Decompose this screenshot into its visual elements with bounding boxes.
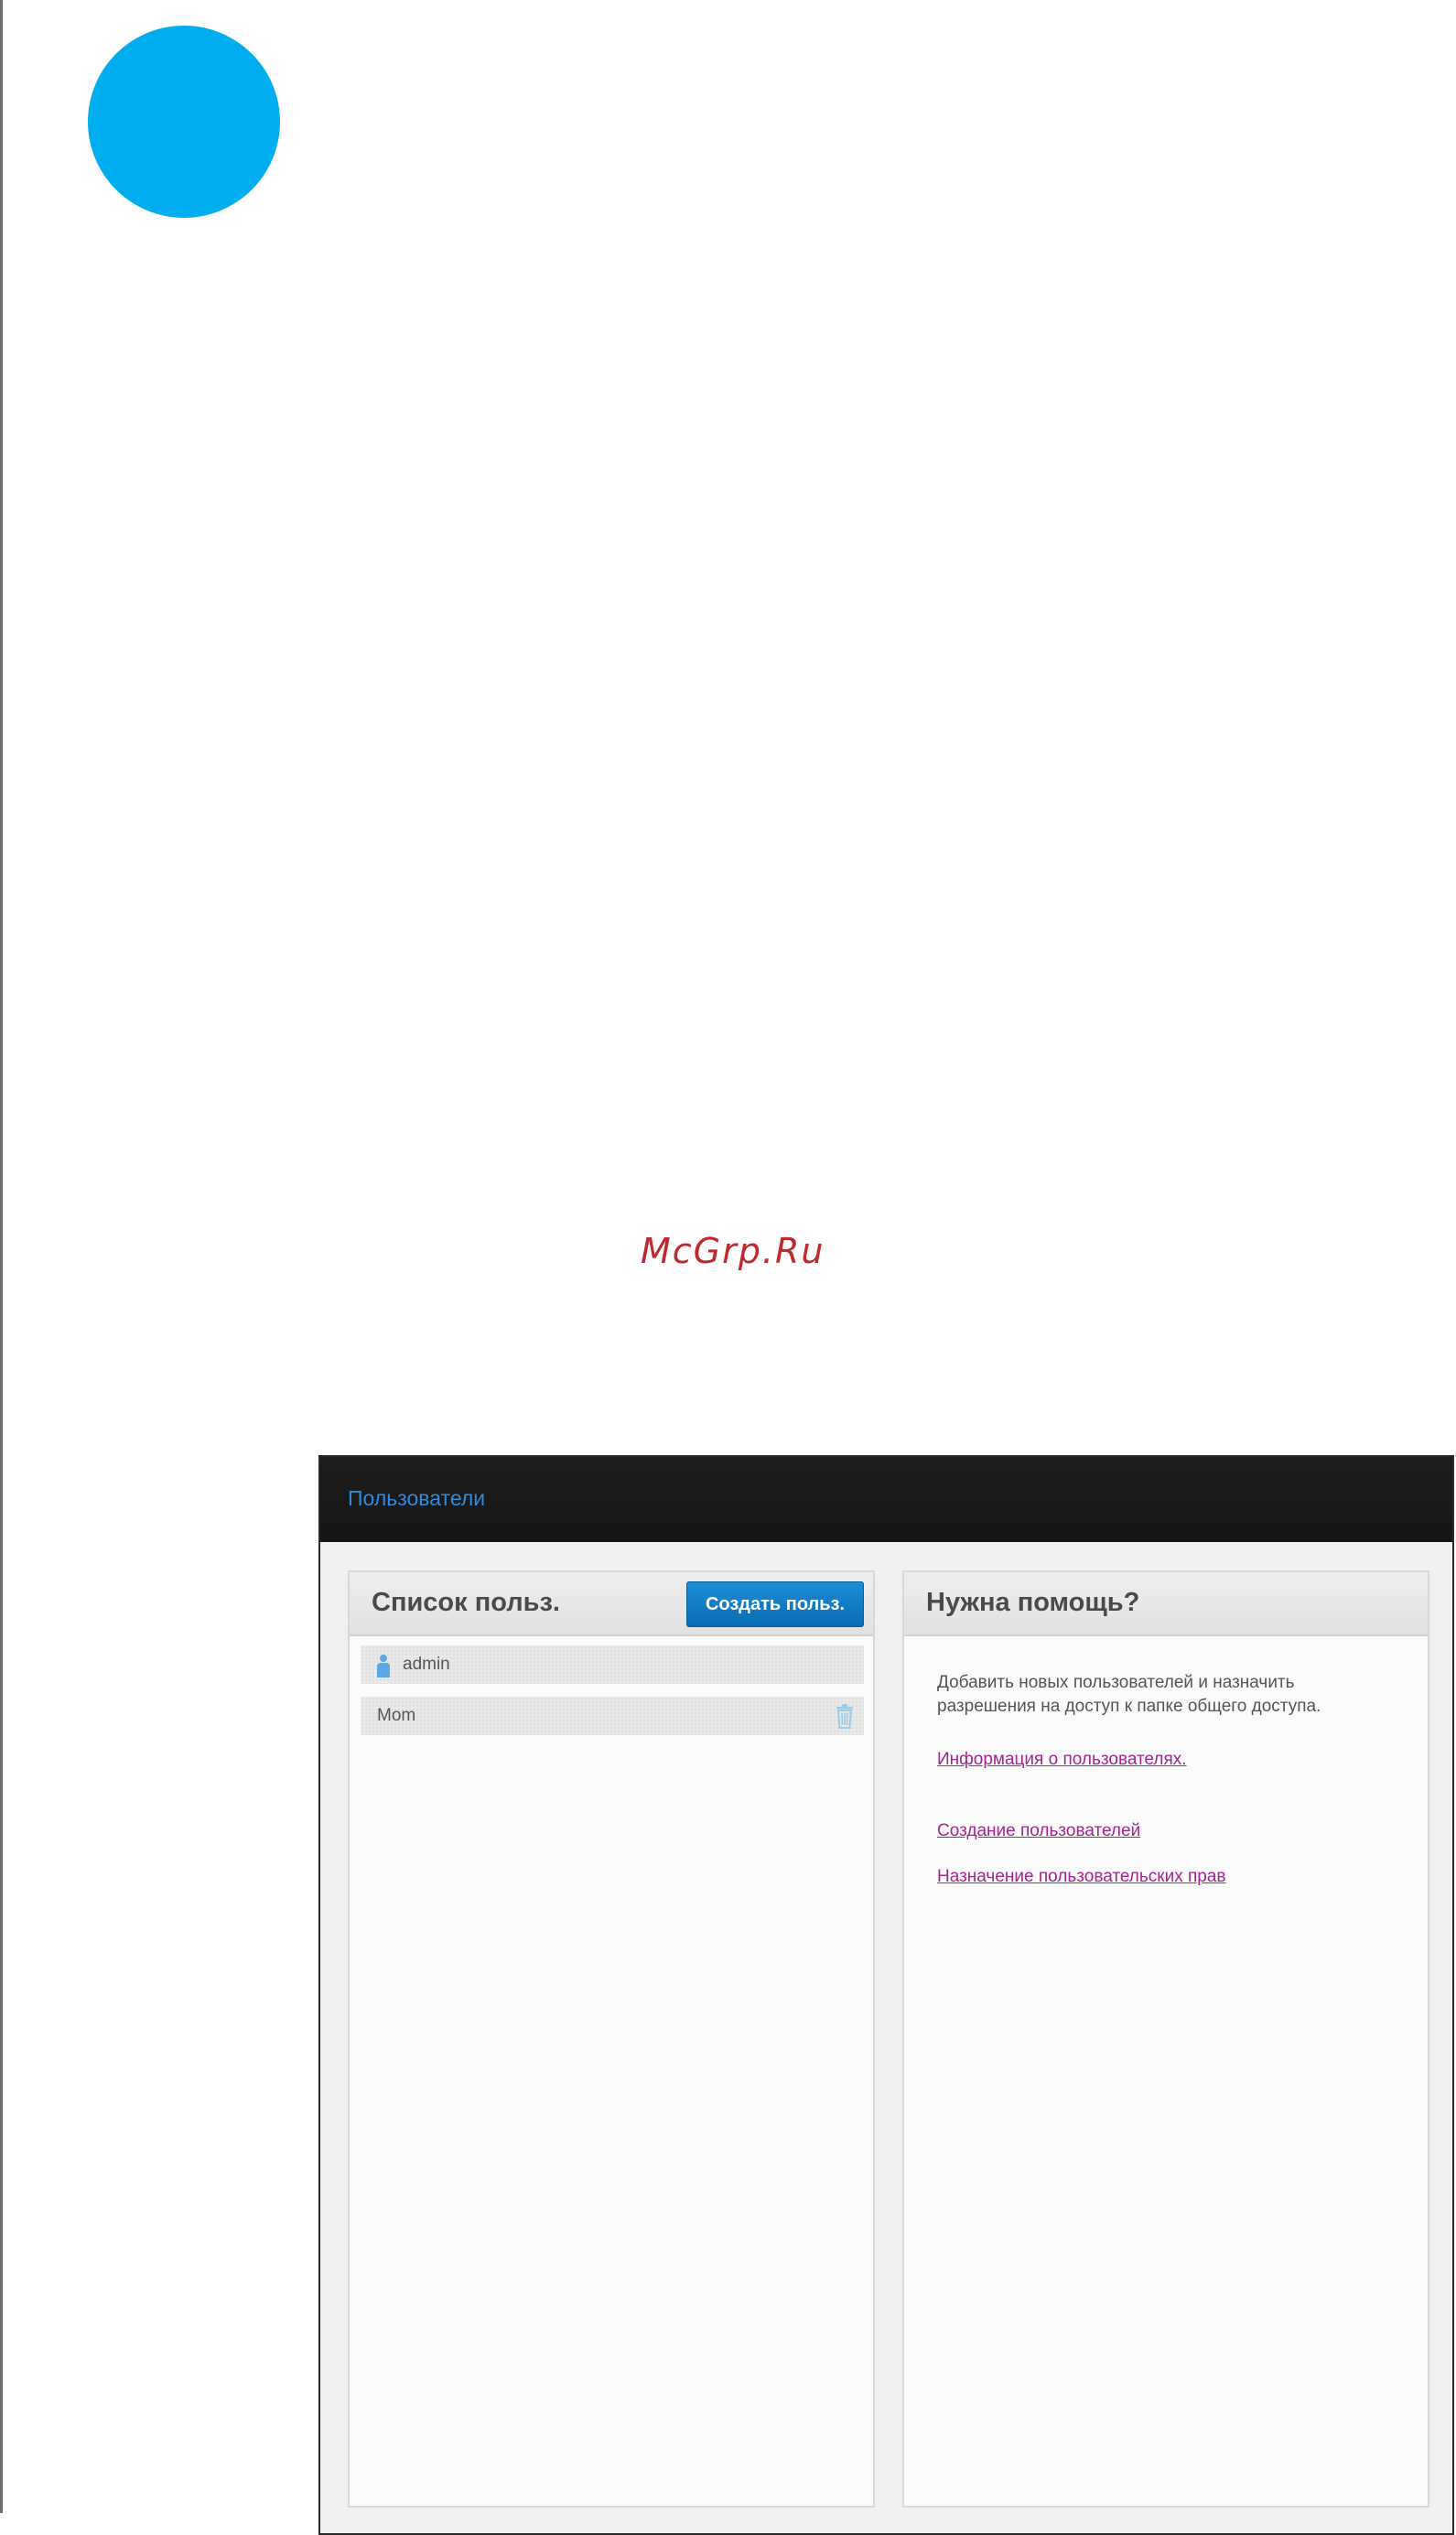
trash-icon[interactable] (833, 1702, 857, 1730)
help-text: Добавить новых пользователей и назначить… (937, 1673, 1321, 1716)
create-user-button[interactable]: Создать польз. (686, 1581, 864, 1627)
help-body: Добавить новых пользователей и назначить… (937, 1671, 1395, 1887)
user-list: admin Mom (361, 1645, 864, 1748)
help-link-user-info[interactable]: Информация о пользователях. (937, 1750, 1395, 1770)
top-bar: Пользователи (320, 1457, 1452, 1542)
page-left-rule (0, 0, 3, 2513)
page-title: Пользователи (348, 1486, 486, 1510)
help-link-assign-rights[interactable]: Назначение пользовательских прав (937, 1867, 1395, 1887)
user-icon (377, 1655, 390, 1677)
user-row-mom[interactable]: Mom (361, 1697, 864, 1735)
user-list-panel: Список польз. Создать польз. admin Mom (348, 1570, 875, 2508)
app-window: Пользователи Список польз. Создать польз… (318, 1455, 1454, 2535)
blue-circle-marker (88, 26, 280, 218)
watermark: McGrp.Ru (641, 1231, 825, 1271)
user-list-header: Список польз. Создать польз. (350, 1572, 873, 1636)
user-name: Mom (377, 1706, 416, 1725)
user-row-admin[interactable]: admin (361, 1645, 864, 1684)
user-list-title: Список польз. (372, 1588, 560, 1617)
help-panel: Нужна помощь? Добавить новых пользовател… (902, 1570, 1429, 2508)
user-name: admin (403, 1655, 450, 1674)
help-link-create-users[interactable]: Создание пользователей (937, 1821, 1395, 1841)
help-header: Нужна помощь? (904, 1572, 1428, 1636)
help-title: Нужна помощь? (926, 1588, 1140, 1617)
